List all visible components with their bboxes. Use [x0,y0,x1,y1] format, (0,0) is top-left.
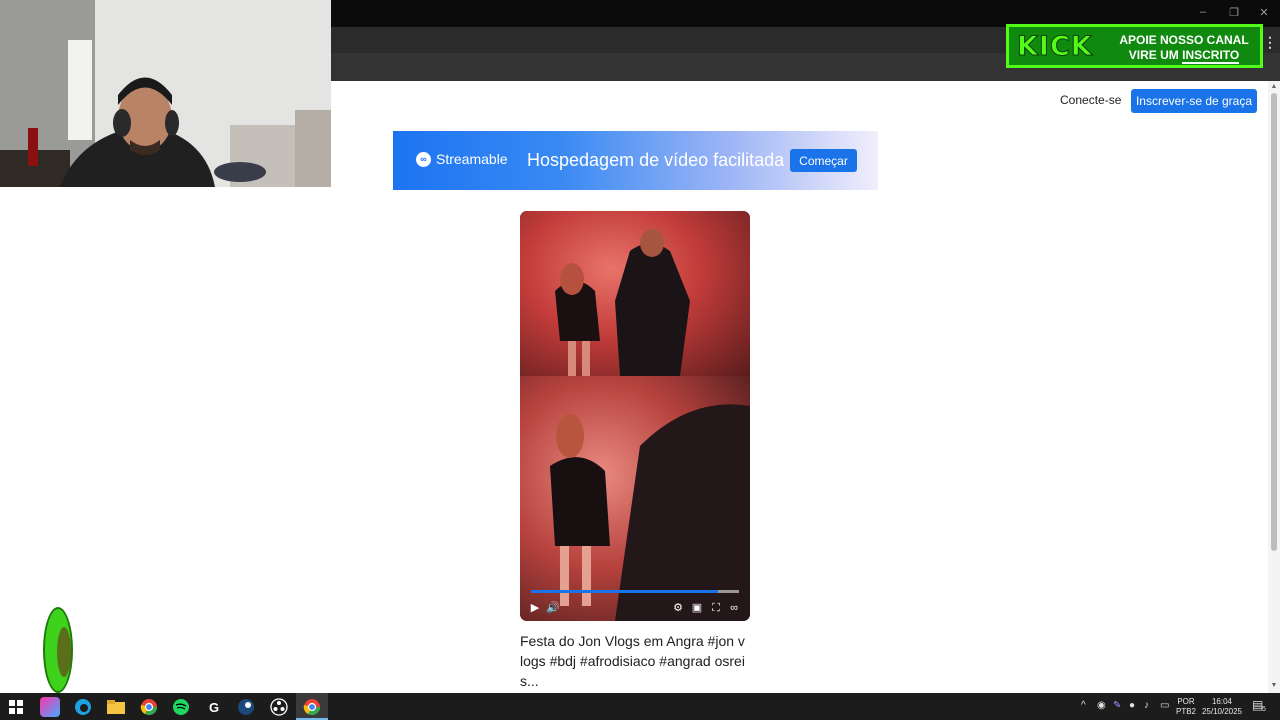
language-indicator[interactable]: POR PTB2 [1175,697,1197,717]
login-link[interactable]: Conecte-se [1060,93,1121,107]
microphone-icon[interactable]: ● [1129,700,1135,711]
kick-promo-prefix: VIRE UM [1128,48,1183,62]
edge-icon[interactable] [73,697,93,717]
streamable-logo: ∞ Streamable [416,151,508,167]
video-progress-fill [531,590,719,593]
browser-menu-icon[interactable]: ⋮ [1263,34,1277,51]
discord-icon[interactable]: ◉ [1097,700,1106,711]
streamable-ad-banner[interactable]: ∞ Streamable Hospedagem de vídeo facilit… [393,131,878,190]
language-code: POR [1177,697,1195,706]
keyboard-layout: PTB2 [1175,707,1196,716]
video-scene-bottom [550,404,750,621]
video-caption: Festa do Jon Vlogs em Angra #jon vlogs #… [520,633,745,689]
video-player[interactable]: ▶ 🔊 ⚙ ▣ ⛶ ∞ [520,211,750,621]
streamable-logo-icon: ∞ [416,151,431,167]
page-scrollbar[interactable]: ▲ ▼ [1268,81,1280,693]
coin-emblem [57,627,71,677]
green-coin-overlay [43,607,73,693]
clock-date: 25/10/2025 [1201,707,1243,716]
spotify-icon[interactable] [171,697,191,717]
clock-time: 16:04 [1211,697,1233,706]
kick-promo-emphasis: INSCRITO [1182,48,1240,64]
volume-icon[interactable]: 🔊 [546,601,560,615]
ad-headline: Hospedagem de vídeo facilitada [527,150,785,170]
video-frame-top [520,211,750,376]
kick-logo: KICK [1017,31,1093,62]
kick-promo-banner: KICK APOIE NOSSO CANAL VIRE UM INSCRITO [1006,24,1263,68]
file-explorer-icon[interactable] [106,697,126,717]
scroll-up-icon[interactable]: ▲ [1269,83,1279,90]
notification-count: 5 [1262,706,1266,713]
copilot-icon[interactable] [40,697,60,717]
speaker-icon[interactable]: ♪ [1144,700,1149,711]
steam-icon[interactable] [236,697,256,717]
scroll-down-icon[interactable]: ▼ [1269,682,1279,689]
windows-taskbar: G ^ ◉ ✎ ● ♪ ▭ POR PTB2 16:04 25/10/2025 … [0,693,1280,720]
restore-icon[interactable]: ❐ [1226,6,1242,19]
app-g-icon[interactable]: G [204,697,224,717]
scrollbar-thumb[interactable] [1271,93,1277,551]
webcam-feed-image [0,0,331,187]
close-icon[interactable]: ✕ [1256,6,1272,19]
network-icon[interactable]: ▭ [1160,700,1169,711]
signup-button[interactable]: Inscrever-se de graça [1131,89,1257,113]
kick-promo-line-1: APOIE NOSSO CANAL [1119,33,1249,47]
ad-start-button[interactable]: Começar [790,149,857,172]
streamable-brand-name: Streamable [436,151,508,167]
fullscreen-icon[interactable]: ⛶ [709,601,723,615]
webcam-overlay [0,0,331,187]
video-frame-bottom [520,376,750,621]
kick-promo-line-2: VIRE UM INSCRITO [1109,48,1259,64]
streamable-icon[interactable]: ∞ [727,601,741,615]
video-scene-top [555,229,690,376]
chrome-active-icon[interactable] [302,697,322,717]
settings-gear-icon[interactable]: ⚙ [671,601,685,615]
video-progress-bar[interactable] [531,590,739,593]
pen-icon[interactable]: ✎ [1113,700,1121,711]
obs-icon[interactable] [269,697,289,717]
tray-overflow-icon[interactable]: ^ [1081,700,1086,711]
minimize-icon[interactable]: – [1195,6,1211,18]
picture-in-picture-icon[interactable]: ▣ [690,601,704,615]
clock[interactable]: 16:04 25/10/2025 [1199,697,1245,717]
windows-start-icon[interactable] [6,697,26,717]
chrome-icon[interactable] [139,697,159,717]
play-icon[interactable]: ▶ [528,601,542,615]
